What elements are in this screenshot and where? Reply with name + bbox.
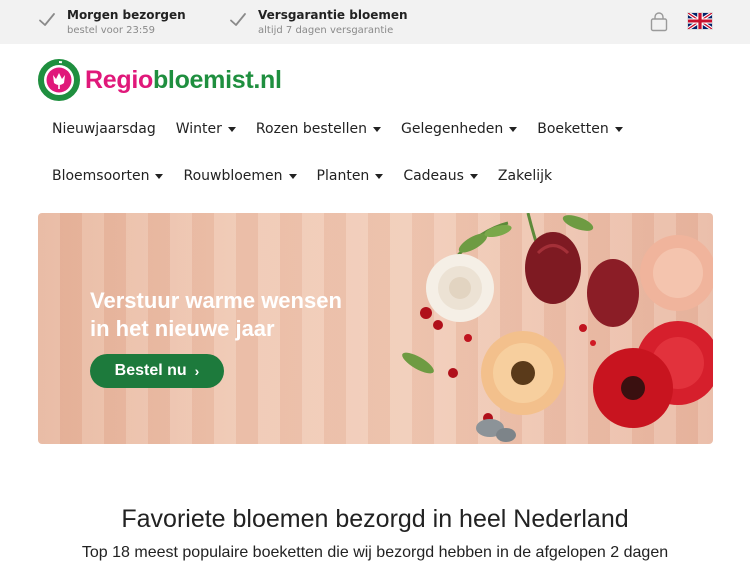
usp-title: Morgen bezorgen	[67, 8, 186, 22]
usp-subtitle: altijd 7 dagen versgarantie	[258, 25, 394, 36]
hero-title-line-1: Verstuur warme wensen	[90, 288, 342, 313]
nav-item-label: Rouwbloemen	[183, 168, 283, 184]
nav-item-cadeaus[interactable]: Cadeaus	[393, 164, 488, 188]
order-now-label: Bestel nu	[114, 362, 187, 379]
check-icon	[39, 13, 55, 26]
nav-item-planten[interactable]: Planten	[307, 164, 394, 188]
caret-down-icon	[509, 126, 518, 132]
nav-item-bloemsoorten[interactable]: Bloemsoorten	[42, 164, 173, 188]
caret-down-icon	[375, 173, 384, 179]
nav-item-nieuwjaarsdag[interactable]: Nieuwjaarsdag	[42, 117, 166, 141]
nav-item-label: Planten	[316, 168, 370, 184]
main-nav-row-1: Nieuwjaarsdag Winter Rozen bestellen Gel…	[42, 117, 633, 141]
logo-text-bloemist: bloemist.nl	[152, 65, 282, 94]
nav-item-winter[interactable]: Winter	[166, 117, 246, 141]
main-nav-row-2: Bloemsoorten Rouwbloemen Planten Cadeaus…	[42, 164, 562, 188]
nav-item-label: Rozen bestellen	[255, 121, 368, 137]
nav-item-zakelijk[interactable]: Zakelijk	[488, 164, 562, 188]
nav-item-label: Boeketten	[537, 121, 609, 137]
bouquet-image	[402, 213, 713, 442]
logo-text-regio: Regio	[85, 65, 153, 94]
nav-item-boeketten[interactable]: Boeketten	[527, 117, 632, 141]
section-title: Favoriete bloemen bezorgd in heel Nederl…	[121, 505, 629, 533]
nav-item-rozen-bestellen[interactable]: Rozen bestellen	[246, 117, 391, 141]
nav-item-label: Zakelijk	[497, 168, 553, 184]
check-icon	[230, 13, 246, 26]
logo-text: Regiobloemist.nl	[85, 66, 282, 95]
caret-down-icon	[227, 126, 236, 132]
nav-item-label: Nieuwjaarsdag	[52, 121, 156, 137]
caret-down-icon	[614, 126, 623, 132]
usp-next-day-delivery: Morgen bezorgen bestel voor 23:59	[38, 7, 186, 38]
nav-item-label: Gelegenheden	[401, 121, 504, 137]
order-now-button[interactable]: Bestel nu ›	[90, 354, 224, 388]
hero-title-line-2: in het nieuwe jaar	[90, 316, 275, 341]
shopping-bag-icon[interactable]	[650, 12, 668, 32]
usp-subtitle: bestel voor 23:59	[67, 25, 156, 36]
uk-flag-icon[interactable]	[687, 12, 713, 30]
caret-down-icon	[155, 173, 164, 179]
nav-item-gelegenheden[interactable]: Gelegenheden	[391, 117, 527, 141]
top-info-bar: Morgen bezorgen bestel voor 23:59 Versga…	[0, 0, 750, 44]
nav-item-label: Cadeaus	[403, 168, 464, 184]
usp-freshness-guarantee: Versgarantie bloemen altijd 7 dagen vers…	[229, 7, 408, 38]
site-logo[interactable]: Regiobloemist.nl	[37, 57, 282, 103]
caret-down-icon	[373, 126, 382, 132]
chevron-right-icon: ›	[194, 363, 200, 379]
caret-down-icon	[288, 173, 297, 179]
nav-item-label: Bloemsoorten	[52, 168, 150, 184]
caret-down-icon	[469, 173, 478, 179]
usp-title: Versgarantie bloemen	[258, 8, 408, 22]
nav-item-label: Winter	[175, 121, 222, 137]
tulip-logo-icon	[38, 59, 80, 101]
nav-item-rouwbloemen[interactable]: Rouwbloemen	[173, 164, 306, 188]
hero-title: Verstuur warme wensen in het nieuwe jaar	[90, 287, 410, 343]
hero-banner[interactable]: Verstuur warme wensen in het nieuwe jaar…	[38, 213, 713, 444]
section-subtitle: Top 18 meest populaire boeketten die wij…	[81, 544, 669, 561]
